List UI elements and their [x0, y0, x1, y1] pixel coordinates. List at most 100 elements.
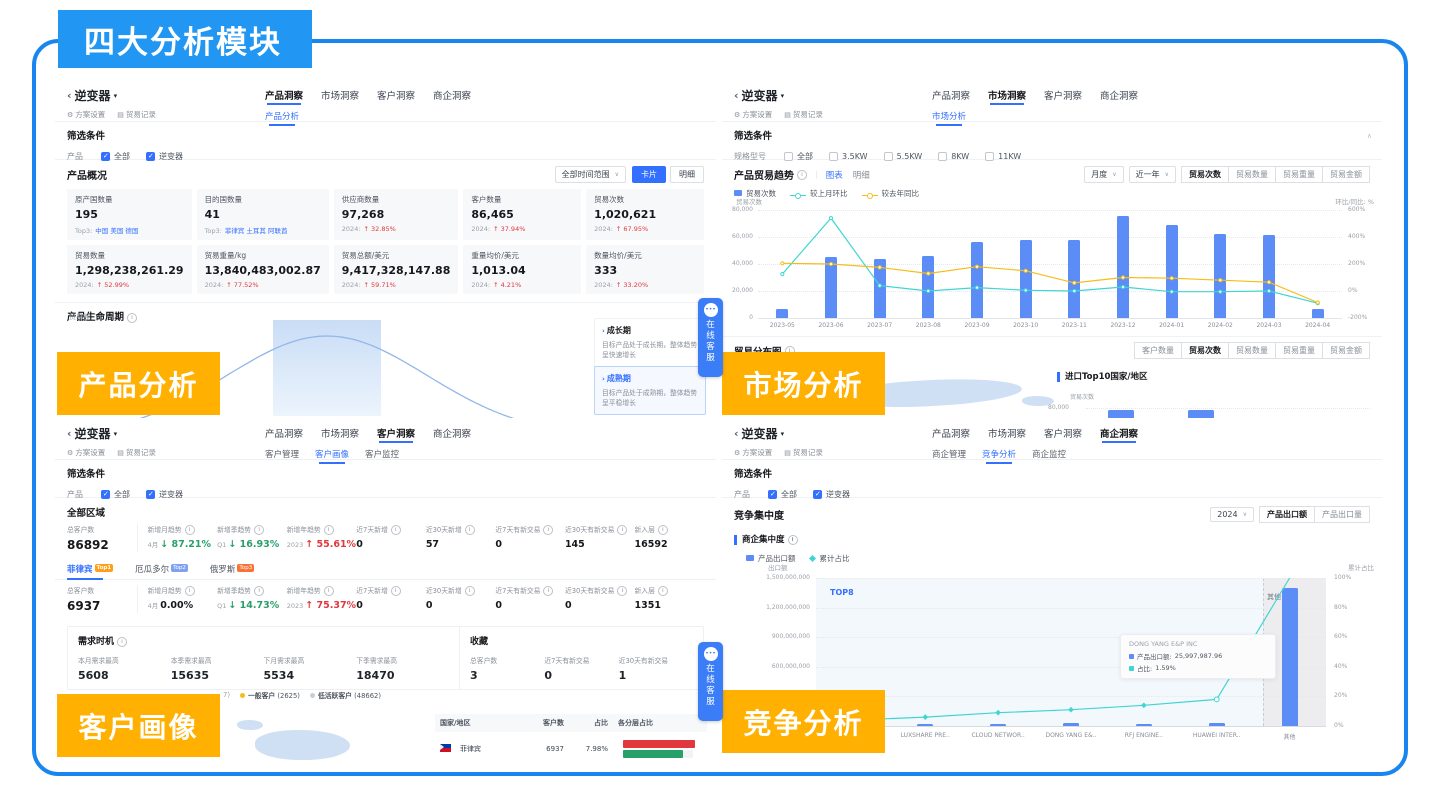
- info-icon[interactable]: [391, 586, 401, 596]
- info-icon[interactable]: [254, 525, 264, 535]
- concentration-bar[interactable]: [1209, 723, 1225, 726]
- tab-business-insight[interactable]: 商企洞察: [433, 88, 471, 102]
- trade-records-link[interactable]: ▤贸易记录: [784, 447, 823, 458]
- metric-trade-amount[interactable]: 贸易金额: [1322, 342, 1370, 359]
- online-service-button[interactable]: ••• 在线客服: [698, 642, 723, 721]
- info-icon[interactable]: [185, 525, 195, 535]
- info-icon[interactable]: [324, 586, 334, 596]
- country-tab-ecuador[interactable]: 厄瓜多尔Top2: [135, 563, 188, 579]
- subtab-business-management[interactable]: 商企管理: [932, 448, 966, 460]
- country-tab-philippines[interactable]: 菲律宾Top1: [67, 563, 113, 579]
- metric-trade-weight[interactable]: 贸易重量: [1275, 342, 1323, 359]
- tab-business-insight[interactable]: 商企洞察: [1100, 88, 1138, 102]
- time-range-select[interactable]: 全部时间范围∨: [555, 166, 626, 183]
- info-icon[interactable]: [543, 586, 553, 596]
- concentration-bar[interactable]: [1136, 724, 1152, 726]
- stage-card-maturity[interactable]: ›成熟期 目标产品处于成熟期，整体趋势呈平稳增长: [594, 366, 706, 415]
- checkbox-spec-all[interactable]: 全部: [784, 151, 813, 162]
- view-detail-tab[interactable]: 明细: [853, 169, 870, 181]
- checkbox-inverter[interactable]: 逆变器: [146, 489, 183, 500]
- trend-bar[interactable]: [1020, 240, 1032, 318]
- trend-bar[interactable]: [1166, 225, 1178, 318]
- card-view-button[interactable]: 卡片: [632, 166, 666, 183]
- info-icon[interactable]: [465, 525, 475, 535]
- subtab-customer-portrait[interactable]: 客户画像: [315, 448, 349, 460]
- info-icon[interactable]: [391, 525, 401, 535]
- info-icon[interactable]: [658, 586, 668, 596]
- trend-bar[interactable]: [922, 256, 934, 318]
- top10-bar[interactable]: [1108, 410, 1134, 418]
- concentration-bar[interactable]: [1063, 723, 1079, 726]
- top3-links[interactable]: 中国 美国 德国: [95, 227, 138, 235]
- checkbox-all[interactable]: 全部: [101, 151, 130, 162]
- info-icon[interactable]: [117, 637, 127, 647]
- caret-down-icon[interactable]: ▾: [781, 430, 785, 438]
- tab-business-insight[interactable]: 商企洞察: [433, 426, 471, 440]
- tab-market-insight[interactable]: 市场洞察: [988, 88, 1026, 102]
- scheme-settings-link[interactable]: ⚙方案设置: [67, 109, 105, 120]
- tab-market-insight[interactable]: 市场洞察: [988, 426, 1026, 440]
- trend-bar[interactable]: [1263, 235, 1275, 318]
- tab-product-insight[interactable]: 产品洞察: [265, 426, 303, 440]
- checkbox-spec-11kw[interactable]: 11KW: [985, 152, 1021, 161]
- scheme-settings-link[interactable]: ⚙方案设置: [734, 109, 772, 120]
- info-icon[interactable]: [788, 535, 798, 545]
- trend-bar[interactable]: [825, 257, 837, 318]
- subtab-customer-management[interactable]: 客户管理: [265, 448, 299, 460]
- trade-records-link[interactable]: ▤贸易记录: [117, 447, 156, 458]
- info-icon[interactable]: [127, 313, 137, 323]
- metric-trade-weight[interactable]: 贸易重量: [1275, 166, 1323, 183]
- checkbox-all[interactable]: 全部: [101, 489, 130, 500]
- concentration-bar[interactable]: [990, 724, 1006, 726]
- info-icon[interactable]: [324, 525, 334, 535]
- trend-bar[interactable]: [874, 259, 886, 318]
- tab-product-insight[interactable]: 产品洞察: [932, 88, 970, 102]
- scheme-title[interactable]: 逆变器: [75, 425, 111, 442]
- scheme-settings-link[interactable]: ⚙方案设置: [67, 447, 105, 458]
- checkbox-inverter[interactable]: 逆变器: [813, 489, 850, 500]
- trend-bar[interactable]: [1214, 234, 1226, 318]
- scheme-title[interactable]: 逆变器: [742, 425, 778, 442]
- tab-customer-insight[interactable]: 客户洞察: [377, 88, 415, 102]
- trend-bar[interactable]: [1312, 309, 1324, 318]
- trend-bar[interactable]: [776, 309, 788, 318]
- back-icon[interactable]: ‹: [734, 89, 739, 102]
- caret-down-icon[interactable]: ▾: [114, 92, 118, 100]
- tab-customer-insight[interactable]: 客户洞察: [1044, 88, 1082, 102]
- info-icon[interactable]: [543, 525, 553, 535]
- tab-customer-insight[interactable]: 客户洞察: [377, 426, 415, 440]
- info-icon[interactable]: [617, 525, 627, 535]
- info-icon[interactable]: [797, 170, 807, 180]
- back-icon[interactable]: ‹: [67, 427, 72, 440]
- tab-customer-insight[interactable]: 客户洞察: [1044, 426, 1082, 440]
- scheme-title[interactable]: 逆变器: [75, 87, 111, 104]
- trend-bar[interactable]: [1068, 240, 1080, 318]
- checkbox-spec-8kw[interactable]: 8KW: [938, 152, 969, 161]
- detail-view-button[interactable]: 明细: [670, 166, 704, 183]
- country-tab-russia[interactable]: 俄罗斯Top3: [210, 563, 254, 579]
- frequency-select[interactable]: 月度∨: [1084, 166, 1123, 183]
- trade-records-link[interactable]: ▤贸易记录: [117, 109, 156, 120]
- filter-collapse-icon[interactable]: ∧: [1367, 132, 1372, 140]
- trade-records-link[interactable]: ▤贸易记录: [784, 109, 823, 120]
- metric-trade-count[interactable]: 贸易次数: [1181, 166, 1229, 183]
- year-select[interactable]: 2024∨: [1210, 507, 1254, 522]
- tab-market-insight[interactable]: 市场洞察: [321, 88, 359, 102]
- metric-customer-count[interactable]: 客户数量: [1134, 342, 1182, 359]
- view-chart-tab[interactable]: 图表: [826, 169, 843, 181]
- trend-bar[interactable]: [1117, 216, 1129, 318]
- subtab-competition-analysis[interactable]: 竞争分析: [982, 448, 1016, 460]
- top10-bar[interactable]: [1188, 410, 1214, 418]
- trend-bar[interactable]: [971, 242, 983, 318]
- concentration-bar[interactable]: [1282, 588, 1298, 726]
- checkbox-spec-5-5kw[interactable]: 5.5KW: [884, 152, 923, 161]
- table-row[interactable]: 菲律宾 6937 7.98%: [435, 732, 707, 763]
- checkbox-inverter[interactable]: 逆变器: [146, 151, 183, 162]
- metric-trade-amount[interactable]: 贸易金额: [1322, 166, 1370, 183]
- info-icon[interactable]: [465, 586, 475, 596]
- top3-links[interactable]: 菲律宾 土耳其 阿联酋: [225, 227, 288, 235]
- subtab-customer-monitor[interactable]: 客户监控: [365, 448, 399, 460]
- info-icon[interactable]: [254, 586, 264, 596]
- info-icon[interactable]: [658, 525, 668, 535]
- subtab-product-analysis[interactable]: 产品分析: [265, 110, 299, 122]
